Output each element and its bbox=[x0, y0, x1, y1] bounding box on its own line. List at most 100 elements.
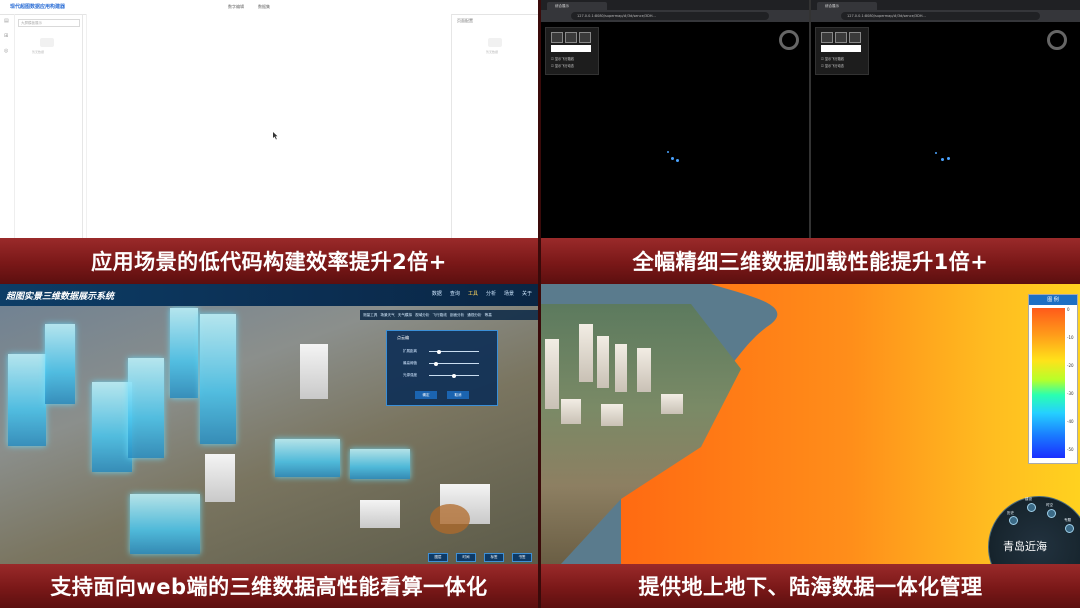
plan-icon[interactable] bbox=[1065, 524, 1074, 533]
app-title: 现代超图数据应用构建器 bbox=[10, 4, 66, 10]
high-rise-building bbox=[615, 344, 627, 392]
max-threshold-slider[interactable] bbox=[429, 361, 479, 366]
browser-tab[interactable]: 综合展示 bbox=[547, 2, 607, 10]
tool-viewshed[interactable]: 视域分析 bbox=[415, 313, 429, 318]
extend-distance-slider[interactable] bbox=[429, 349, 479, 354]
url-field[interactable]: 127.0.0.1:8080/supermap/#/3d/sence/3DH..… bbox=[571, 12, 769, 20]
empty-state-icon bbox=[488, 38, 502, 47]
browser-tab[interactable]: 综合展示 bbox=[817, 2, 877, 10]
tool-button-2[interactable] bbox=[565, 32, 577, 43]
dial-label: 建设 bbox=[1025, 497, 1032, 501]
slider-knob[interactable] bbox=[451, 373, 456, 378]
banner-loading-performance: 全幅精细三维数据加载性能提升1倍+ bbox=[541, 238, 1080, 284]
editor-topbar: 现代超图数据应用构建器 数字编辑 数据集 bbox=[0, 0, 538, 15]
time-button[interactable]: 时间 bbox=[456, 553, 476, 562]
tool-sightline[interactable]: 通视分析 bbox=[467, 313, 481, 318]
highlighted-building bbox=[130, 494, 200, 554]
nav-data[interactable]: 数据 bbox=[432, 290, 442, 297]
building bbox=[561, 399, 581, 424]
build-icon[interactable] bbox=[1027, 503, 1036, 512]
tool-weather-sim[interactable]: 天气模拟 bbox=[398, 313, 412, 318]
scene-control-panel: ☑ 显示飞行路线 ☑ 显示飞行动态 bbox=[545, 27, 599, 75]
tool-button-1[interactable] bbox=[821, 32, 833, 43]
bookmark-button[interactable]: 书签 bbox=[512, 553, 532, 562]
cancel-button[interactable]: 取消 bbox=[447, 391, 469, 399]
editor-tabs: 数字编辑 数据集 bbox=[228, 4, 270, 10]
data-icon[interactable]: ◎ bbox=[4, 49, 10, 54]
checkbox-flight-route[interactable]: ☑ 显示飞行路线 bbox=[821, 56, 844, 61]
checkbox-flight-dynamic[interactable]: ☑ 显示飞行动态 bbox=[551, 63, 574, 68]
design-canvas[interactable] bbox=[86, 14, 451, 238]
slider-knob[interactable] bbox=[436, 349, 441, 354]
tool-button-2[interactable] bbox=[835, 32, 847, 43]
highlighted-building bbox=[8, 354, 46, 446]
tool-profile[interactable]: 剖面分析 bbox=[450, 313, 464, 318]
nav-about[interactable]: 关于 bbox=[522, 290, 532, 297]
scene-control-panel: ☑ 显示飞行路线 ☑ 显示飞行动态 bbox=[815, 27, 869, 75]
loading-dot bbox=[667, 151, 669, 153]
scene-select[interactable] bbox=[821, 45, 861, 52]
compass-icon[interactable] bbox=[1047, 30, 1067, 50]
checkbox-flight-route[interactable]: ☑ 显示飞行路线 bbox=[551, 56, 574, 61]
history-icon[interactable] bbox=[1009, 516, 1018, 525]
highlighted-building bbox=[350, 449, 410, 479]
high-rise-building bbox=[579, 324, 593, 382]
highlighted-building bbox=[92, 382, 132, 472]
light-intensity-slider[interactable] bbox=[429, 373, 479, 378]
checkbox-label: 显示飞行动态 bbox=[824, 64, 844, 68]
dial-label: 时空 bbox=[1046, 503, 1053, 507]
bottom-bar: 图层 时间 标签 书签 bbox=[428, 553, 532, 562]
template-search-input[interactable]: 大屏模板展示 bbox=[18, 19, 80, 27]
loading-dot bbox=[941, 158, 944, 161]
legend-tick: -50 bbox=[1067, 447, 1074, 452]
banner-web-3d: 支持面向web端的三维数据高性能看算一体化 bbox=[0, 564, 538, 608]
loading-dot bbox=[671, 157, 674, 160]
nav-query[interactable]: 查询 bbox=[450, 290, 460, 297]
high-rise-building bbox=[637, 348, 651, 392]
nav-tools[interactable]: 工具 bbox=[468, 290, 478, 297]
legend-tick: -20 bbox=[1067, 363, 1074, 368]
dial-label: 专题 bbox=[1064, 518, 1071, 522]
high-rise-building bbox=[545, 339, 559, 409]
label-button[interactable]: 标签 bbox=[484, 553, 504, 562]
legend-title: 图 例 bbox=[1029, 295, 1077, 305]
nav-scene[interactable]: 场景 bbox=[504, 290, 514, 297]
spacetime-icon[interactable] bbox=[1047, 509, 1056, 518]
high-rise-building bbox=[597, 336, 609, 388]
layer-button[interactable]: 图层 bbox=[428, 553, 448, 562]
point-cloud-panel: 点云编 扩展距离 最高阈值 光源强度 确定 取消 bbox=[386, 330, 498, 406]
tool-contour[interactable]: 等高 bbox=[485, 313, 492, 318]
quadrant-divider bbox=[538, 0, 541, 608]
header-nav: 数据 查询 工具 分析 场景 关于 bbox=[432, 290, 532, 297]
layers-icon[interactable]: ▤ bbox=[4, 19, 10, 24]
loading-dot bbox=[947, 157, 950, 160]
address-bar: 127.0.0.1:8080/supermap/#/3d/sence/3DH..… bbox=[811, 10, 1080, 22]
highlighted-building bbox=[275, 439, 340, 477]
tool-flight-route[interactable]: 飞行路线 bbox=[433, 313, 447, 318]
confirm-button[interactable]: 确定 bbox=[415, 391, 437, 399]
building bbox=[300, 344, 328, 399]
compass-icon[interactable] bbox=[779, 30, 799, 50]
autumn-tree bbox=[430, 504, 470, 534]
tool-button-3[interactable] bbox=[579, 32, 591, 43]
tab-digital-edit[interactable]: 数字编辑 bbox=[228, 4, 244, 10]
scene-select[interactable] bbox=[551, 45, 591, 52]
page-config-title: 页面配置 bbox=[457, 18, 473, 23]
url-field[interactable]: 127.0.0.1:8080/supermap/#/3d/sence/3DH..… bbox=[841, 12, 1040, 20]
building bbox=[661, 394, 683, 414]
tool-button-1[interactable] bbox=[551, 32, 563, 43]
nav-analysis[interactable]: 分析 bbox=[486, 290, 496, 297]
tool-weather[interactable]: 场景天气 bbox=[380, 313, 394, 318]
tab-dataset[interactable]: 数据集 bbox=[258, 4, 270, 10]
city-3d-screenshot: 超图实景三维数据展示系统 数据 查询 工具 分析 场景 关于 测量工具 场景天气… bbox=[0, 284, 538, 564]
place-name: 青岛近海 bbox=[1003, 540, 1047, 553]
legend-panel: 图 例 0 -10 -20 -30 -40 -50 bbox=[1028, 294, 1078, 464]
slider-knob[interactable] bbox=[434, 361, 438, 366]
component-icon[interactable]: ⊞ bbox=[4, 34, 10, 39]
legend-tick: -30 bbox=[1067, 391, 1074, 396]
tool-measure[interactable]: 测量工具 bbox=[363, 313, 377, 318]
tool-button-3[interactable] bbox=[849, 32, 861, 43]
system-title: 超图实景三维数据展示系统 bbox=[6, 292, 115, 302]
checkbox-flight-dynamic[interactable]: ☑ 显示飞行动态 bbox=[821, 63, 844, 68]
panel-title: 点云编 bbox=[397, 335, 409, 340]
